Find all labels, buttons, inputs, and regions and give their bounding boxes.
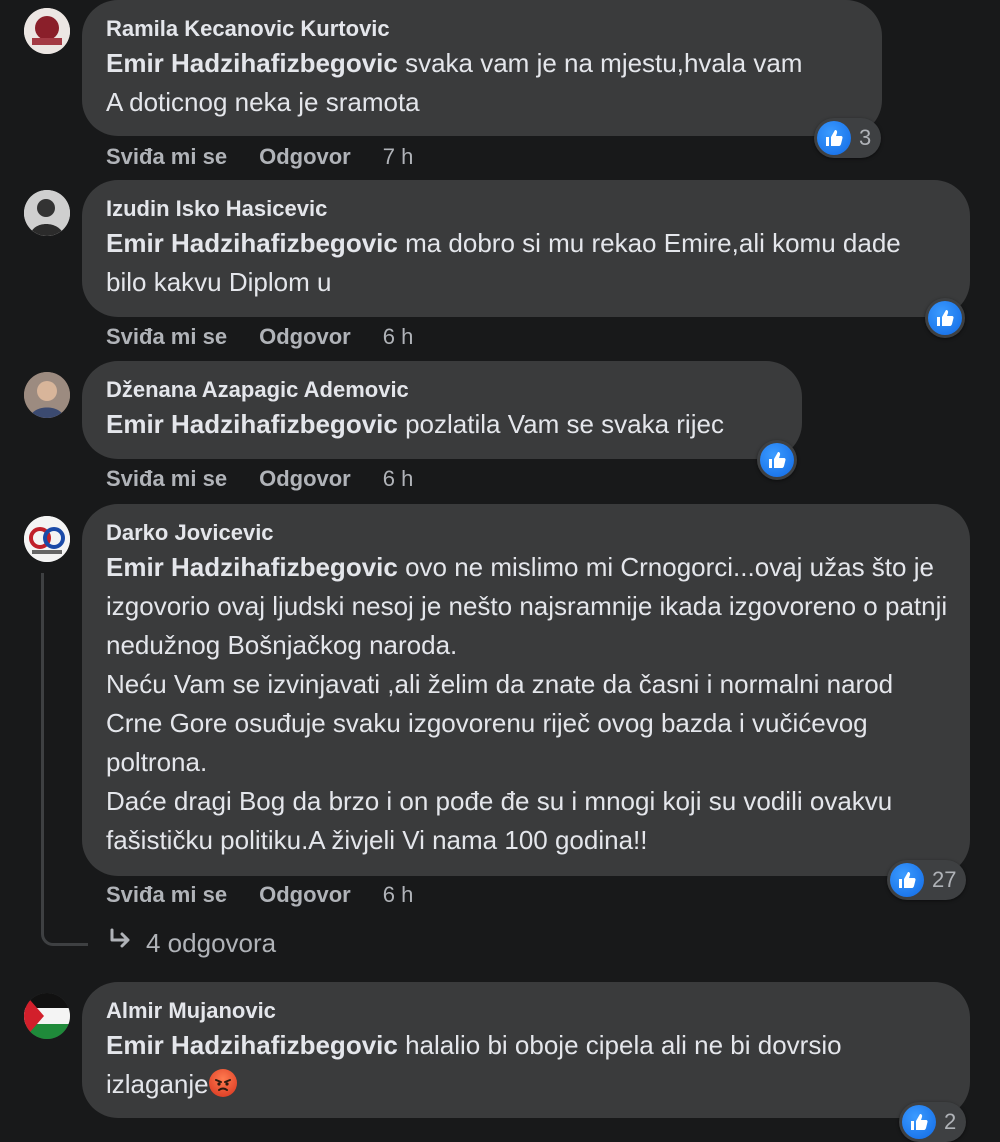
reply-arrow-icon: [108, 923, 134, 963]
comment-author[interactable]: Darko Jovicevic: [106, 518, 946, 548]
reaction-count: 27: [932, 867, 957, 892]
like-button[interactable]: Sviđa mi se: [106, 464, 227, 494]
thumbs-up-icon: [928, 301, 962, 335]
replies-count-label[interactable]: 4 odgovora: [146, 923, 276, 963]
comment-text: Emir Hadzihafizbegovic pozlatila Vam se …: [106, 409, 724, 439]
like-button[interactable]: Sviđa mi se: [106, 880, 227, 910]
comment-author[interactable]: Almir Mujanovic: [106, 996, 946, 1026]
comment-text: Emir Hadzihafizbegovic svaka vam je na m…: [106, 48, 803, 117]
comment-bubble: Izudin Isko Hasicevic Emir Hadzihafizbeg…: [82, 180, 970, 317]
avatar[interactable]: [24, 516, 70, 562]
comment-actions: Sviđa mi se Odgovor 6 h: [106, 464, 413, 494]
comment-author[interactable]: Izudin Isko Hasicevic: [106, 194, 946, 224]
angry-face-emoji: [208, 1069, 237, 1097]
comment-actions: Sviđa mi se Odgovor 6 h: [106, 880, 413, 910]
reply-button[interactable]: Odgovor: [259, 142, 351, 172]
avatar[interactable]: [24, 190, 70, 236]
timestamp[interactable]: 6 h: [383, 880, 414, 910]
thread-line: [41, 573, 88, 946]
timestamp[interactable]: 6 h: [383, 464, 414, 494]
comment-actions: Sviđa mi se Odgovor 6 h: [106, 322, 413, 352]
reaction-count: 3: [859, 125, 872, 150]
avatar[interactable]: [24, 372, 70, 418]
comment-bubble: Almir Mujanovic Emir Hadzihafizbegovic h…: [82, 982, 970, 1118]
view-replies-link[interactable]: 4 odgovora: [108, 923, 276, 963]
mention-link[interactable]: Emir Hadzihafizbegovic: [106, 1030, 398, 1060]
mention-link[interactable]: Emir Hadzihafizbegovic: [106, 409, 398, 439]
reaction-summary[interactable]: [925, 298, 965, 338]
comment-text: Emir Hadzihafizbegovic ovo ne mislimo mi…: [106, 552, 948, 855]
reaction-summary[interactable]: 3: [814, 118, 882, 158]
like-button[interactable]: Sviđa mi se: [106, 322, 227, 352]
comment-actions: Sviđa mi se Odgovor 7 h: [106, 142, 413, 172]
reaction-summary[interactable]: 2: [899, 1102, 967, 1142]
comment-bubble: Darko Jovicevic Emir Hadzihafizbegovic o…: [82, 504, 970, 876]
comment-author[interactable]: Dženana Azapagic Ademovic: [106, 375, 778, 405]
comment-text: Emir Hadzihafizbegovic ma dobro si mu re…: [106, 228, 901, 297]
reaction-summary[interactable]: 27: [887, 860, 967, 900]
comment-text: Emir Hadzihafizbegovic halalio bi oboje …: [106, 1030, 842, 1099]
like-button[interactable]: Sviđa mi se: [106, 142, 227, 172]
thumbs-up-icon: [760, 443, 794, 477]
comment-author[interactable]: Ramila Kecanovic Kurtovic: [106, 14, 858, 44]
timestamp[interactable]: 6 h: [383, 322, 414, 352]
avatar[interactable]: [24, 993, 70, 1039]
mention-link[interactable]: Emir Hadzihafizbegovic: [106, 228, 398, 258]
reply-button[interactable]: Odgovor: [259, 880, 351, 910]
thumbs-up-icon: [890, 863, 924, 897]
thumbs-up-icon: [902, 1105, 936, 1139]
comment-bubble: Ramila Kecanovic Kurtovic Emir Hadzihafi…: [82, 0, 882, 136]
reaction-summary[interactable]: [757, 440, 797, 480]
comment-bubble: Dženana Azapagic Ademovic Emir Hadzihafi…: [82, 361, 802, 459]
mention-link[interactable]: Emir Hadzihafizbegovic: [106, 552, 398, 582]
reply-button[interactable]: Odgovor: [259, 464, 351, 494]
mention-link[interactable]: Emir Hadzihafizbegovic: [106, 48, 398, 78]
reply-button[interactable]: Odgovor: [259, 322, 351, 352]
reaction-count: 2: [944, 1109, 957, 1134]
timestamp[interactable]: 7 h: [383, 142, 414, 172]
avatar[interactable]: [24, 8, 70, 54]
thumbs-up-icon: [817, 121, 851, 155]
